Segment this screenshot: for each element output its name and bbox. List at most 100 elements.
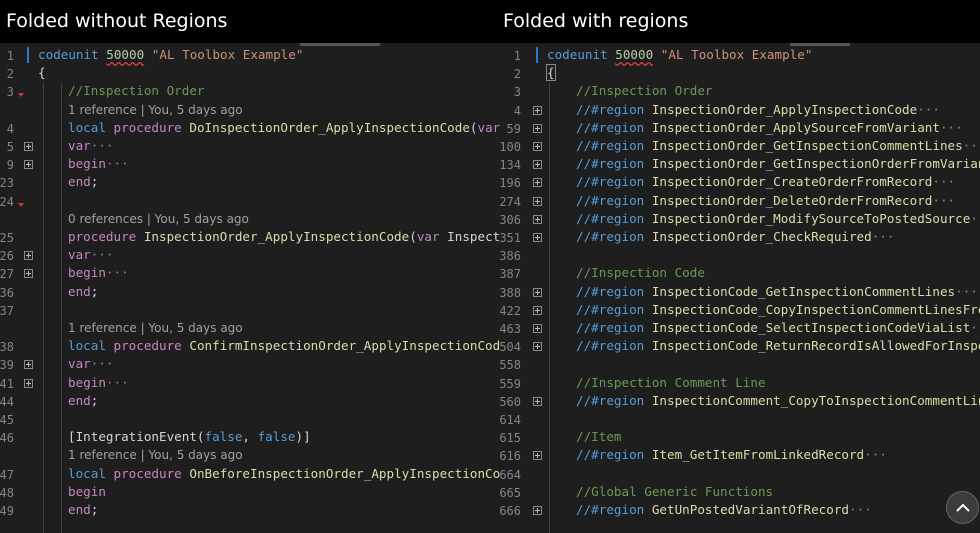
keyword: var — [68, 356, 91, 372]
expand-fold-icon[interactable] — [533, 305, 542, 315]
expand-fold-icon[interactable] — [533, 233, 542, 242]
attribute-close: )] — [295, 429, 311, 445]
fold-ellipsis: ··· — [932, 192, 956, 208]
section-comment: //Inspection Order — [576, 83, 712, 99]
fold-ellipsis: ··· — [970, 320, 980, 335]
fold-ellipsis: ··· — [105, 156, 129, 172]
codelens-reference-info[interactable]: 1 reference | You, 5 days ago — [68, 447, 243, 463]
expand-fold-icon[interactable] — [24, 378, 33, 388]
expand-fold-icon[interactable] — [533, 123, 542, 133]
expand-fold-icon[interactable] — [533, 142, 542, 151]
region-marker: //#region — [576, 210, 645, 226]
codelens-reference-info[interactable]: 1 reference | You, 5 days ago — [68, 320, 243, 336]
codelens-reference-info[interactable]: 0 references | You, 5 days ago — [68, 211, 249, 227]
expand-fold-icon[interactable] — [533, 287, 542, 297]
object-id: 50000 — [106, 47, 145, 62]
horizontal-scrollbar[interactable] — [790, 43, 850, 46]
object-id: 50000 — [615, 47, 654, 62]
keyword: procedure — [68, 229, 137, 244]
expand-fold-icon[interactable] — [24, 160, 33, 170]
breakpoint-arrow-icon[interactable] — [18, 202, 24, 207]
line-number: 386 — [500, 249, 521, 264]
expand-fold-icon[interactable] — [533, 105, 542, 115]
keyword: local — [68, 338, 106, 354]
expand-fold-icon[interactable] — [533, 160, 542, 170]
horizontal-scrollbar[interactable] — [300, 43, 380, 46]
section-comment: //Global Generic Functions — [576, 484, 773, 500]
expand-fold-icon[interactable] — [533, 214, 542, 224]
folded-region: //#region InspectionOrder_DeleteOrderFro… — [576, 193, 955, 209]
folded-region: //#region InspectionOrder_GetInspectionO… — [576, 156, 980, 172]
line-number: 36 — [0, 285, 14, 300]
semicolon: ; — [90, 502, 99, 517]
end-statement: end; — [68, 284, 98, 300]
procedure-name: DoInspectionOrder_ApplyInspectionCode — [189, 119, 470, 135]
section-comment: //Item — [576, 429, 622, 445]
line-number: 24 — [0, 194, 14, 209]
section-comment: //Inspection Order — [68, 83, 204, 99]
folded-region: //#region Item_GetItemFromLinkedRecord··… — [576, 447, 887, 463]
line-number: 387 — [500, 267, 521, 282]
expand-fold-icon[interactable] — [533, 178, 542, 188]
region-marker: //#region — [576, 229, 645, 244]
current-line-indicator — [27, 47, 29, 63]
object-name: "AL Toolbox Example" — [660, 47, 813, 62]
region-name: InspectionCode_GetInspectionCommentLines — [651, 283, 956, 299]
scroll-to-top-button[interactable] — [946, 491, 979, 524]
procedure-declaration: local procedure ConfirmInspectionOrder_A… — [68, 338, 500, 354]
semicolon: ; — [90, 283, 99, 299]
brace: { — [546, 64, 556, 82]
end-statement: end; — [68, 174, 98, 190]
line-number: 196 — [500, 176, 521, 191]
codelens-text: 1 reference | You, 5 days ago — [68, 448, 243, 463]
folded-begin-block: begin··· — [68, 265, 129, 281]
line-number: 46 — [0, 431, 14, 446]
region-name: GetUnPostedVariantOfRecord — [651, 502, 849, 517]
folded-begin-block: begin··· — [68, 156, 129, 172]
region-name: InspectionCode_SelectInspectionCodeViaLi… — [651, 320, 971, 335]
expand-fold-icon[interactable] — [533, 451, 542, 461]
end-statement: end; — [68, 502, 98, 518]
expand-fold-icon[interactable] — [533, 342, 542, 352]
fold-ellipsis: ··· — [105, 265, 129, 281]
begin-keyword: begin — [68, 484, 106, 500]
expand-fold-icon[interactable] — [24, 360, 33, 370]
fold-ellipsis: ··· — [848, 502, 872, 517]
expand-fold-icon[interactable] — [24, 269, 33, 279]
fold-ellipsis: ··· — [105, 374, 129, 390]
procedure-declaration: local procedure OnBeforeInspectionOrder_… — [68, 466, 500, 482]
keyword: end — [68, 392, 91, 408]
keyword: local — [68, 465, 106, 481]
line-number: 49 — [0, 504, 14, 518]
codelens-text: 1 reference | You, 5 days ago — [68, 102, 243, 117]
codelens-reference-info[interactable]: 1 reference | You, 5 days ago — [68, 102, 243, 118]
line-number: 274 — [500, 194, 521, 209]
semicolon: ; — [90, 174, 99, 190]
keyword: procedure — [113, 465, 182, 481]
expand-fold-icon[interactable] — [533, 324, 542, 333]
expand-fold-icon[interactable] — [533, 506, 542, 515]
boolean-literal: false — [204, 429, 243, 445]
line-number: 463 — [500, 322, 521, 336]
expand-fold-icon[interactable] — [533, 396, 542, 406]
keyword: end — [68, 174, 91, 190]
comment-text: //Inspection Comment Line — [576, 374, 766, 390]
breakpoint-arrow-icon[interactable] — [18, 93, 24, 98]
expand-fold-icon[interactable] — [533, 196, 542, 206]
region-marker: //#region — [576, 301, 645, 317]
region-marker: //#region — [576, 174, 645, 190]
line-number: 38 — [0, 340, 14, 355]
codelens-text: 0 references | You, 5 days ago — [68, 211, 249, 226]
folded-region: //#region GetUnPostedVariantOfRecord··· — [576, 502, 872, 518]
folded-region: //#region InspectionCode_GetInspectionCo… — [576, 284, 978, 300]
line-number: 1 — [513, 49, 521, 63]
region-name: InspectionOrder_CreateOrderFromRecord — [651, 174, 933, 190]
expand-fold-icon[interactable] — [24, 251, 33, 261]
expand-fold-icon[interactable] — [24, 142, 33, 151]
